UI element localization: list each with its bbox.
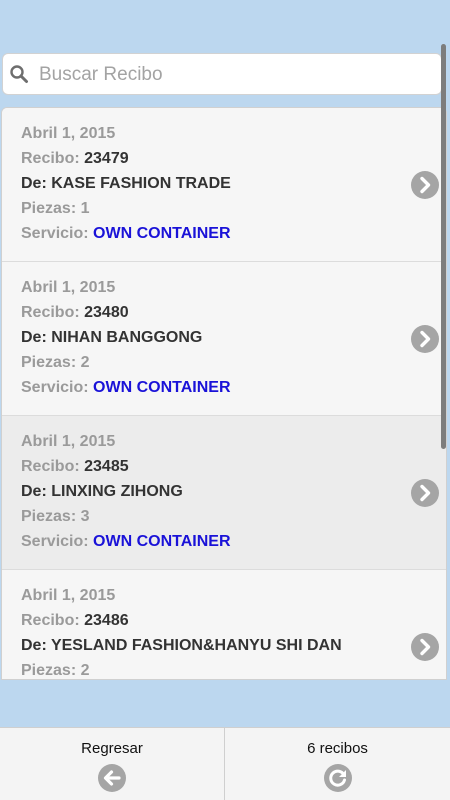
receipt-date: Abril 1, 2015 [21,125,116,142]
receipt-service-label: Servicio: [21,533,89,550]
receipt-service-value: OWN CONTAINER [93,533,231,550]
receipt-item[interactable]: Abril 1, 2015 Recibo: 23480 De: NIHAN BA… [2,262,446,416]
receipt-service-value: OWN CONTAINER [93,225,231,242]
receipt-number: Recibo: 23480 [21,304,129,322]
receipt-number-label: Recibo: [21,612,80,629]
scrollbar[interactable] [441,44,446,449]
receipt-pieces: Piezas: 3 [21,508,90,525]
receipt-sender: De: KASE FASHION TRADE [21,175,231,192]
arrow-left-icon [98,764,126,792]
refresh-icon [323,764,352,792]
receipt-number-label: Recibo: [21,458,80,475]
receipt-service: Servicio: OWN CONTAINER [21,225,231,243]
receipt-pieces: Piezas: 1 [21,200,90,217]
back-button-label: Regresar [81,740,143,757]
chevron-right-icon[interactable] [411,171,439,199]
receipt-service-label: Servicio: [21,225,89,242]
search-input[interactable] [37,60,437,90]
receipt-sender: De: YESLAND FASHION&HANYU SHI DAN [21,637,342,654]
receipt-date: Abril 1, 2015 [21,279,116,296]
receipt-service-label: Servicio: [21,379,89,396]
receipt-number-value: 23479 [84,150,129,167]
receipt-number: Recibo: 23485 [21,458,129,476]
receipt-item[interactable]: Abril 1, 2015 Recibo: 23486 De: YESLAND … [2,570,446,679]
receipt-service: Servicio: OWN CONTAINER [21,379,231,397]
receipt-date: Abril 1, 2015 [21,587,116,604]
footer-toolbar: Regresar 6 recibos [0,727,450,800]
receipt-sender: De: LINXING ZIHONG [21,483,183,500]
chevron-right-icon[interactable] [411,479,439,507]
receipt-number-value: 23485 [84,458,129,475]
receipt-number-label: Recibo: [21,304,80,321]
receipt-number: Recibo: 23479 [21,150,129,168]
receipt-pieces: Piezas: 2 [21,354,90,371]
receipt-item[interactable]: Abril 1, 2015 Recibo: 23479 De: KASE FAS… [2,108,446,262]
receipt-number-label: Recibo: [21,150,80,167]
receipt-item[interactable]: Abril 1, 2015 Recibo: 23485 De: LINXING … [2,416,446,570]
receipt-list[interactable]: Abril 1, 2015 Recibo: 23479 De: KASE FAS… [1,107,447,680]
receipt-service-value: OWN CONTAINER [93,379,231,396]
search-icon [10,65,28,83]
receipt-number: Recibo: 23486 [21,612,129,630]
receipt-date: Abril 1, 2015 [21,433,116,450]
receipt-number-value: 23486 [84,612,129,629]
refresh-button[interactable]: 6 recibos [225,728,450,800]
receipt-count: 6 recibos [307,740,368,757]
chevron-right-icon[interactable] [411,633,439,661]
receipt-service: Servicio: OWN CONTAINER [21,533,231,551]
search-bar[interactable] [2,53,442,95]
back-button[interactable]: Regresar [0,728,225,800]
receipt-sender: De: NIHAN BANGGONG [21,329,203,346]
receipt-pieces: Piezas: 2 [21,662,90,679]
receipt-number-value: 23480 [84,304,129,321]
chevron-right-icon[interactable] [411,325,439,353]
